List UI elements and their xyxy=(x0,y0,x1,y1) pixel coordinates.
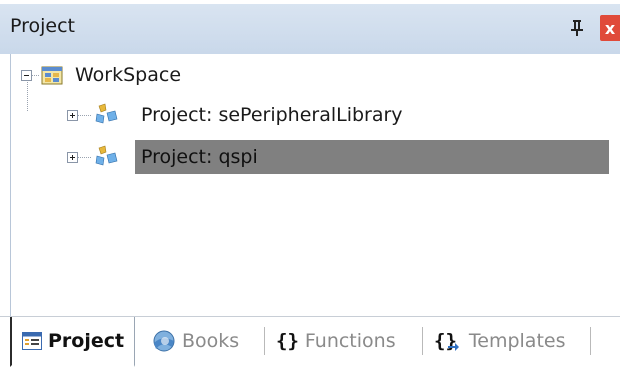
templates-icon: {} xyxy=(434,330,459,352)
workspace-tree[interactable]: WorkSpace Project: sePeripheralLibrary P… xyxy=(10,54,620,316)
tree-item-label: Project: sePeripheralLibrary xyxy=(141,104,403,126)
tree-item-label-selected: Project: qspi xyxy=(135,140,609,174)
tree-root-row[interactable]: WorkSpace xyxy=(11,58,611,92)
workspace-icon xyxy=(41,63,65,91)
project-icon xyxy=(93,103,119,131)
tab-books-label: Books xyxy=(182,330,240,352)
tab-functions[interactable]: {} Functions xyxy=(276,317,396,365)
books-icon xyxy=(150,329,176,353)
expand-icon[interactable] xyxy=(67,152,78,163)
tab-functions-label: Functions xyxy=(304,330,396,352)
tab-templates-label: Templates xyxy=(468,330,566,352)
project-tab-icon xyxy=(22,332,42,350)
tab-templates[interactable]: {} Templates xyxy=(434,317,566,365)
panel-title-bar: Project x xyxy=(0,4,620,54)
braces-icon: {} xyxy=(276,330,299,352)
tab-separator xyxy=(264,327,265,355)
panel-tab-bar: Project Books {} Functions {} Templates xyxy=(0,316,620,367)
panel-title: Project xyxy=(10,15,76,37)
project-icon xyxy=(93,145,119,173)
tree-item-seperipherallibrary[interactable]: Project: sePeripheralLibrary xyxy=(11,98,611,132)
tab-project[interactable]: Project xyxy=(10,317,136,367)
project-panel: Project x WorkSpace Project: sePeriphera… xyxy=(0,0,620,367)
tree-item-qspi[interactable]: Project: qspi xyxy=(11,140,611,174)
collapse-icon[interactable] xyxy=(21,70,32,81)
tab-project-label: Project xyxy=(48,330,125,352)
pin-icon[interactable] xyxy=(566,16,588,40)
close-icon[interactable]: x xyxy=(600,15,620,41)
tab-separator xyxy=(590,327,591,355)
expand-icon[interactable] xyxy=(67,110,78,121)
tab-separator xyxy=(422,327,423,355)
tab-books[interactable]: Books xyxy=(150,317,239,365)
workspace-label: WorkSpace xyxy=(75,64,182,86)
